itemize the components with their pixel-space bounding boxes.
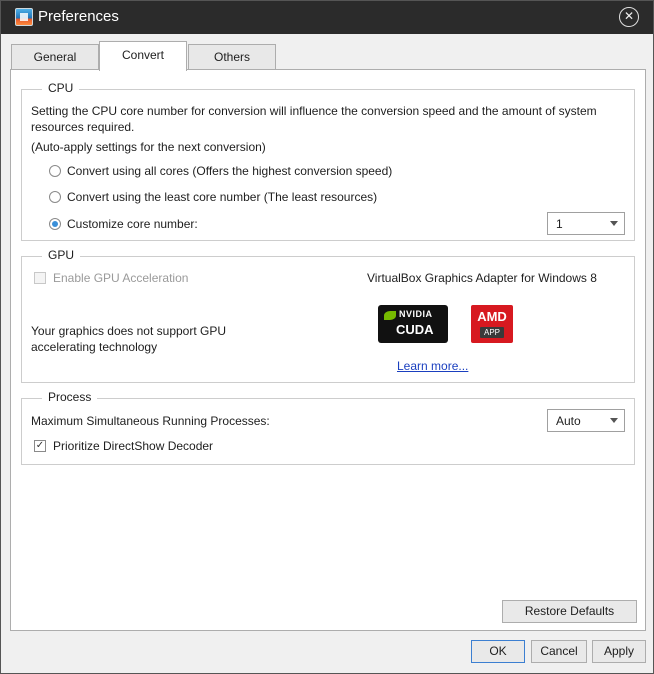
- chevron-down-icon: [610, 418, 618, 423]
- cpu-description: Setting the CPU core number for conversi…: [31, 104, 597, 134]
- directshow-checkbox[interactable]: ✓: [34, 440, 46, 452]
- core-number-value: 1: [556, 217, 563, 231]
- radio-all-cores[interactable]: [49, 165, 61, 177]
- gpu-unsupported-message: Your graphics does not support GPU accel…: [31, 324, 227, 354]
- nvidia-eye-icon: [384, 311, 396, 320]
- window-title: Preferences: [38, 8, 119, 25]
- radio-least-cores-label[interactable]: Convert using the least core number (The…: [67, 189, 377, 205]
- cpu-group: CPU Setting the CPU core number for conv…: [21, 81, 635, 241]
- cancel-button[interactable]: Cancel: [531, 640, 587, 663]
- cpu-group-label: CPU: [42, 81, 80, 95]
- convert-panel: CPU Setting the CPU core number for conv…: [10, 69, 646, 631]
- restore-defaults-button[interactable]: Restore Defaults: [502, 600, 637, 623]
- radio-least-cores[interactable]: [49, 191, 61, 203]
- directshow-label: Prioritize DirectShow Decoder: [53, 439, 214, 453]
- process-group-label: Process: [42, 390, 98, 404]
- gpu-group-label: GPU: [42, 248, 81, 262]
- title-bar: Preferences ✕: [1, 1, 653, 34]
- close-icon[interactable]: ✕: [619, 7, 639, 27]
- max-processes-label: Maximum Simultaneous Running Processes:: [31, 414, 270, 428]
- amd-app-logo: AMD APP: [471, 305, 513, 343]
- graphics-adapter-name: VirtualBox Graphics Adapter for Windows …: [367, 271, 597, 285]
- radio-customize-cores-label[interactable]: Customize core number:: [67, 216, 198, 232]
- chevron-down-icon: [610, 221, 618, 226]
- process-group: Process Maximum Simultaneous Running Pro…: [21, 390, 635, 465]
- learn-more-link[interactable]: Learn more...: [397, 359, 468, 373]
- radio-customize-cores[interactable]: [49, 218, 61, 230]
- amd-app-text: APP: [480, 327, 504, 338]
- enable-gpu-checkbox[interactable]: [34, 272, 46, 284]
- radio-all-cores-label[interactable]: Convert using all cores (Offers the high…: [67, 163, 392, 179]
- core-number-select[interactable]: 1: [547, 212, 625, 235]
- enable-gpu-label: Enable GPU Acceleration: [53, 271, 189, 285]
- max-processes-value: Auto: [556, 414, 581, 428]
- auto-apply-note: (Auto-apply settings for the next conver…: [31, 140, 266, 154]
- nvidia-brand-text: NVIDIA: [399, 309, 433, 319]
- tab-general[interactable]: General: [11, 44, 99, 70]
- gpu-group: GPU Enable GPU Acceleration VirtualBox G…: [21, 248, 635, 383]
- nvidia-cuda-logo: NVIDIA CUDA: [378, 305, 448, 343]
- tab-convert[interactable]: Convert: [99, 41, 187, 71]
- ok-button[interactable]: OK: [471, 640, 525, 663]
- max-processes-select[interactable]: Auto: [547, 409, 625, 432]
- tab-others[interactable]: Others: [188, 44, 276, 70]
- apply-button[interactable]: Apply: [592, 640, 646, 663]
- amd-brand-text: AMD: [477, 309, 507, 324]
- preferences-window: Preferences ✕ General Convert Others CPU…: [0, 0, 654, 674]
- cuda-text: CUDA: [396, 322, 434, 337]
- app-icon: [15, 8, 33, 26]
